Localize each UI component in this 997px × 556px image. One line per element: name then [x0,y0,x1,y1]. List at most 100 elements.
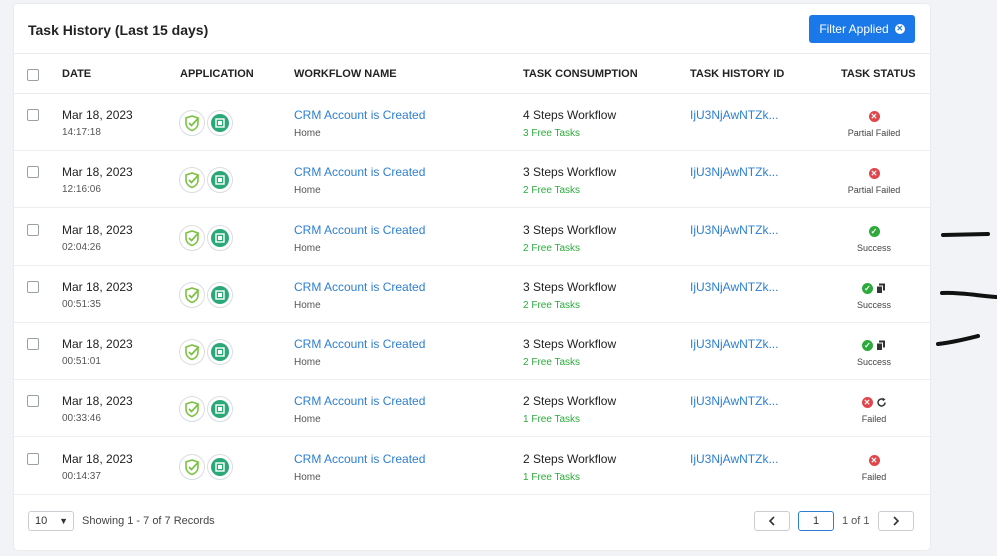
workflow-cell: CRM Account is Created Home [294,223,425,254]
date-value: Mar 18, 2023 [62,165,133,179]
chevron-right-icon [893,516,900,526]
date-cell: Mar 18, 2023 12:16:06 [62,165,133,195]
column-date[interactable]: DATE [62,68,91,80]
table-row[interactable]: Mar 18, 2023 00:51:35 CRM Account is Cre… [14,266,930,323]
date-value: Mar 18, 2023 [62,280,133,294]
task-history-id-link[interactable]: IjU3NjAwNTZk... [690,165,778,179]
workflow-cell: CRM Account is Created Home [294,337,425,368]
row-checkbox[interactable] [27,395,39,407]
check-shield-app-icon [179,225,205,251]
clear-filter-icon[interactable]: ✕ [894,24,905,34]
workflow-cell: CRM Account is Created Home [294,452,425,483]
row-checkbox[interactable] [27,109,39,121]
workflow-name-link[interactable]: CRM Account is Created [294,452,425,466]
status-label: Success [856,357,891,367]
column-application[interactable]: APPLICATION [180,68,254,80]
time-value: 00:14:37 [62,471,101,482]
application-cell [179,454,235,480]
free-tasks: 1 Free Tasks [523,414,581,425]
row-checkbox[interactable] [27,338,39,350]
task-history-id-cell: IjU3NjAwNTZk... [690,337,778,351]
workflow-name-link[interactable]: CRM Account is Created [294,108,425,122]
crm-app-icon [207,110,233,136]
steps-count: 2 Steps Workflow [523,394,617,408]
date-cell: Mar 18, 2023 00:51:35 [62,280,133,310]
workflow-folder: Home [294,185,321,196]
task-history-id-link[interactable]: IjU3NjAwNTZk... [690,280,778,294]
workflow-name-link[interactable]: CRM Account is Created [294,337,425,351]
workflow-folder: Home [294,128,321,139]
retry-icon[interactable] [876,397,887,408]
steps-count: 3 Steps Workflow [523,337,617,351]
previous-page-button[interactable] [754,511,790,531]
workflow-cell: CRM Account is Created Home [294,165,425,196]
date-cell: Mar 18, 2023 00:51:01 [62,337,133,367]
workflow-name-link[interactable]: CRM Account is Created [294,223,425,237]
row-checkbox[interactable] [27,453,39,465]
next-page-button[interactable] [878,511,914,531]
status-icons: ✓ [834,339,914,351]
table-row[interactable]: Mar 18, 2023 00:14:37 CRM Account is Cre… [14,438,930,495]
steps-count: 4 Steps Workflow [523,108,617,122]
table-row[interactable]: Mar 18, 2023 00:33:46 CRM Account is Cre… [14,380,930,437]
status-icons: ✕ [834,396,914,408]
select-all-checkbox[interactable] [27,69,39,81]
page-size-value: 10 [35,515,48,527]
status-label: Partial Failed [847,185,901,195]
current-page-input[interactable]: 1 [798,511,834,531]
filter-applied-button[interactable]: Filter Applied ✕ [809,15,915,43]
workflow-name-link[interactable]: CRM Account is Created [294,165,425,179]
status-label: Failed [861,414,887,424]
date-value: Mar 18, 2023 [62,337,133,351]
copy-icon[interactable] [876,283,886,294]
free-tasks: 3 Free Tasks [523,128,581,139]
column-workflow-name[interactable]: WORKFLOW NAME [294,68,397,80]
row-checkbox[interactable] [27,166,39,178]
success-icon: ✓ [868,225,880,237]
task-history-id-link[interactable]: IjU3NjAwNTZk... [690,223,778,237]
task-status-cell: ✓ Success [834,225,914,253]
workflow-name-link[interactable]: CRM Account is Created [294,280,425,294]
crm-app-icon [207,282,233,308]
task-status-cell: ✕ Failed [834,396,914,424]
page-size-select[interactable]: 10 ▼ [28,511,74,531]
date-cell: Mar 18, 2023 14:17:18 [62,108,133,138]
task-history-id-link[interactable]: IjU3NjAwNTZk... [690,394,778,408]
workflow-name-link[interactable]: CRM Account is Created [294,394,425,408]
table-row[interactable]: Mar 18, 2023 14:17:18 CRM Account is Cre… [14,94,930,151]
task-history-id-link[interactable]: IjU3NjAwNTZk... [690,337,778,351]
card-header: Task History (Last 15 days) Filter Appli… [14,4,930,54]
check-shield-app-icon [179,282,205,308]
steps-count: 3 Steps Workflow [523,223,617,237]
filter-label: Filter Applied [819,22,889,36]
column-task-status[interactable]: TASK STATUS [841,68,916,80]
task-status-cell: ✓ Success [834,282,914,310]
task-history-id-link[interactable]: IjU3NjAwNTZk... [690,452,778,466]
date-cell: Mar 18, 2023 02:04:26 [62,223,133,253]
table-row[interactable]: Mar 18, 2023 12:16:06 CRM Account is Cre… [14,151,930,208]
row-checkbox[interactable] [27,224,39,236]
free-tasks: 2 Free Tasks [523,357,581,368]
table-row[interactable]: Mar 18, 2023 02:04:26 CRM Account is Cre… [14,209,930,266]
application-cell [179,282,235,308]
task-history-id-link[interactable]: IjU3NjAwNTZk... [690,108,778,122]
table-header: DATE APPLICATION WORKFLOW NAME TASK CONS… [14,54,930,94]
task-history-id-cell: IjU3NjAwNTZk... [690,165,778,179]
task-consumption-cell: 3 Steps Workflow 2 Free Tasks [523,223,616,254]
row-checkbox[interactable] [27,281,39,293]
task-history-id-cell: IjU3NjAwNTZk... [690,394,778,408]
steps-count: 2 Steps Workflow [523,452,617,466]
table-row[interactable]: Mar 18, 2023 00:51:01 CRM Account is Cre… [14,323,930,380]
crm-app-icon [207,396,233,422]
crm-app-icon [207,225,233,251]
date-value: Mar 18, 2023 [62,452,133,466]
page-title: Task History (Last 15 days) [28,22,209,38]
workflow-folder: Home [294,357,321,368]
copy-icon[interactable] [876,340,886,351]
column-task-history-id[interactable]: TASK HISTORY ID [690,68,784,80]
column-task-consumption[interactable]: TASK CONSUMPTION [523,68,638,80]
check-shield-app-icon [179,167,205,193]
task-status-cell: ✓ Success [834,339,914,367]
task-history-id-cell: IjU3NjAwNTZk... [690,452,778,466]
status-icons: ✕ [834,110,914,122]
